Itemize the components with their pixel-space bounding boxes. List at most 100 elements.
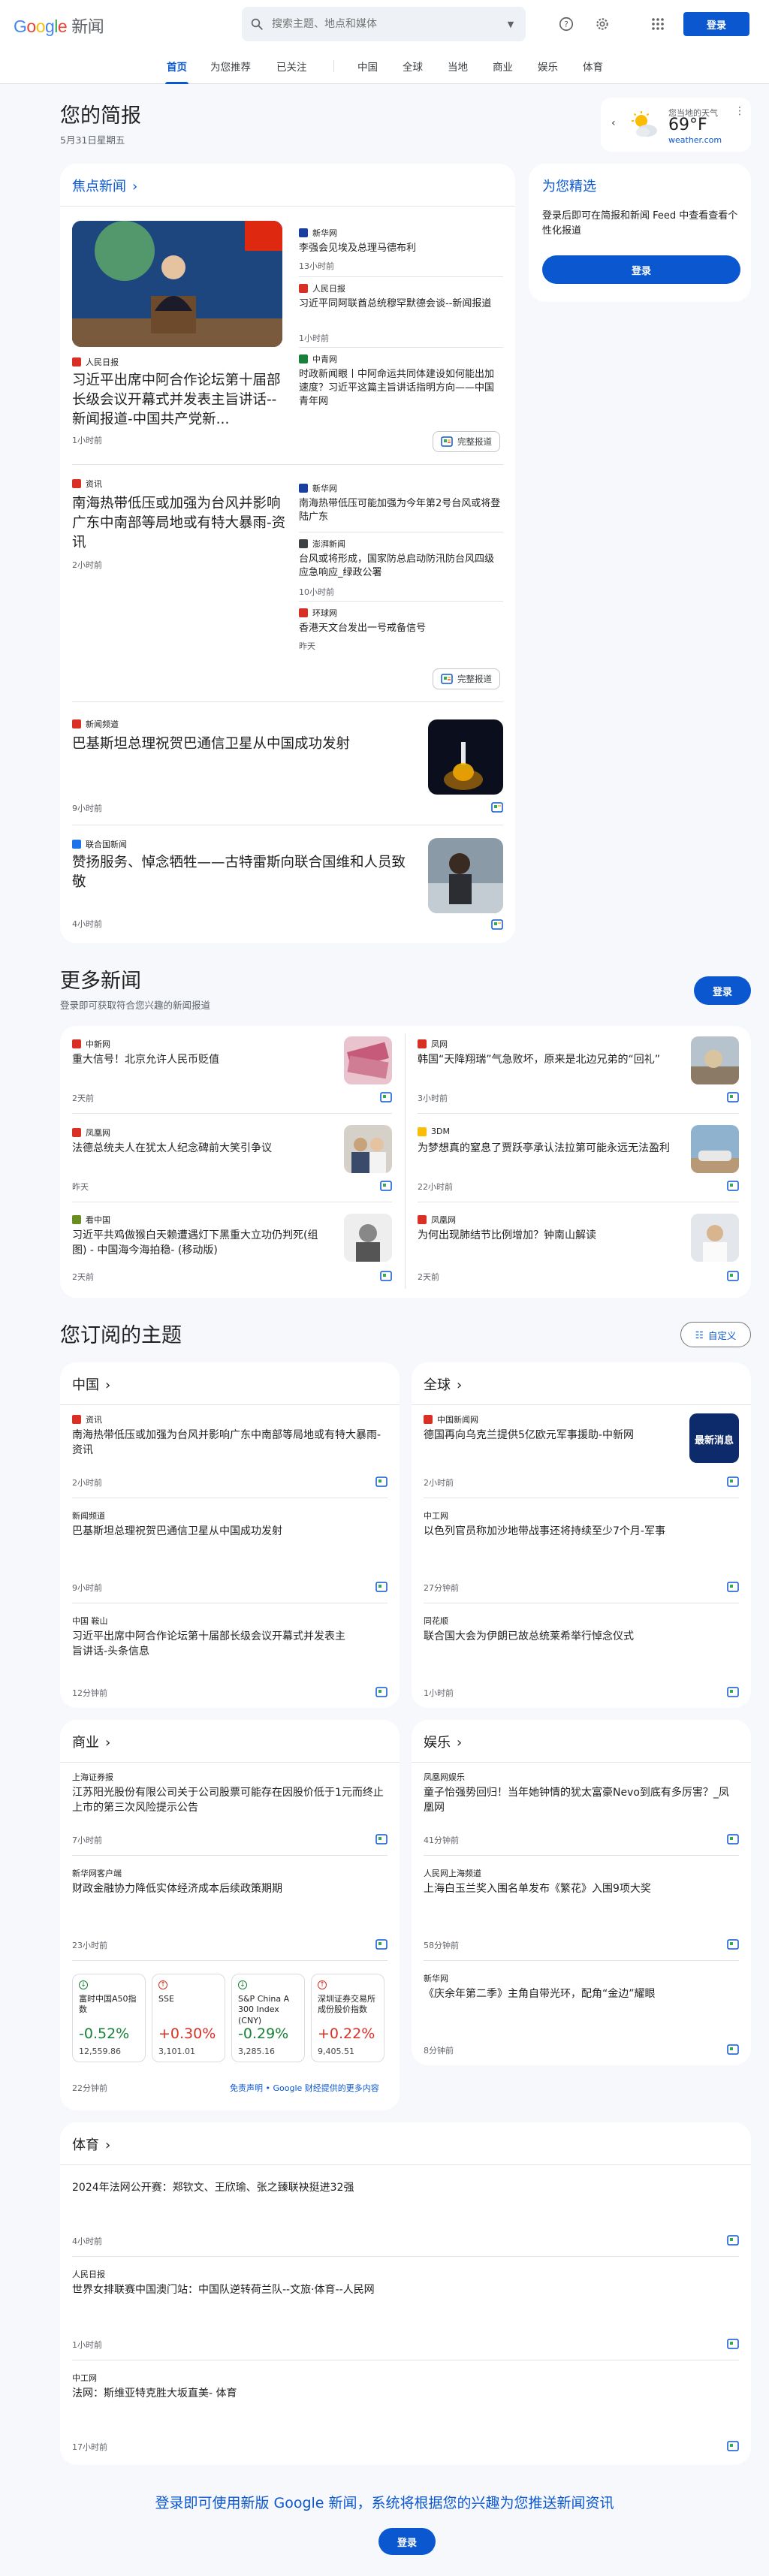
story-image-breaking[interactable]: 最新消息 bbox=[689, 1413, 739, 1463]
search-input[interactable] bbox=[272, 18, 496, 30]
story-title[interactable]: 习近平出席中阿合作论坛第十届部长级会议开幕式并发表主旨讲话-头条信息 bbox=[72, 1630, 350, 1659]
tab-world[interactable]: 全球 bbox=[403, 48, 423, 84]
tab-local[interactable]: 当地 bbox=[448, 48, 468, 84]
tab-business[interactable]: 商业 bbox=[493, 48, 513, 84]
weather-source-link[interactable]: weather.com bbox=[668, 135, 722, 145]
stock-card[interactable]: ↑ 深圳证券交易所成份股价指数 +0.22% 9,405.51 bbox=[311, 1974, 384, 2062]
full-coverage-icon[interactable] bbox=[375, 1834, 388, 1845]
top-stories-heading[interactable]: 焦点新闻 › bbox=[72, 176, 137, 195]
full-coverage-icon[interactable] bbox=[380, 1271, 392, 1281]
weather-prev-icon[interactable]: ‹ bbox=[611, 117, 616, 129]
more-news-sign-in-button[interactable]: 登录 bbox=[694, 976, 751, 1005]
stock-card[interactable]: ↓ 富时中国A50指数 -0.52% 12,559.86 bbox=[72, 1974, 146, 2062]
story-title[interactable]: 南海热带低压可能加强为今年第2号台风或将登陆广东 bbox=[299, 497, 503, 524]
story-title[interactable]: 江苏阳光股份有限公司关于公司股票可能存在因股价低于1元而终止上市的第三次风险提示… bbox=[72, 1786, 388, 1815]
story-title[interactable]: 重大信号！北京允许人民币贬值 bbox=[72, 1053, 327, 1068]
story-image-korea[interactable] bbox=[691, 1036, 739, 1084]
story-title[interactable]: 联合国大会为伊朗已故总统莱希举行悼念仪式 bbox=[424, 1630, 701, 1645]
story-title[interactable]: 习近平共鸡做猴白天赖遭遇灯下黑重大立功仍判死(组图) - 中国海今海拍稳- (移… bbox=[72, 1229, 327, 1258]
story-title[interactable]: 上海白玉兰奖入围名单发布《繁花》入围9项大奖 bbox=[424, 1882, 739, 1897]
full-coverage-icon[interactable] bbox=[727, 1939, 739, 1950]
sign-in-button[interactable]: 登录 bbox=[683, 12, 749, 36]
search-options-chevron-icon[interactable]: ▼ bbox=[496, 20, 526, 29]
story-image-doctor[interactable] bbox=[691, 1214, 739, 1262]
full-coverage-icon[interactable] bbox=[491, 919, 503, 930]
story-title[interactable]: 南海热带低压或加强为台风并影响广东中南部等局地或有特大暴雨-资讯 bbox=[72, 1428, 388, 1458]
finance-disclaimer-link[interactable]: 免责声明 • Google 财经提供的更多内容 bbox=[230, 2082, 379, 2094]
topic-heading[interactable]: 中国 › bbox=[72, 1374, 110, 1394]
story-image-illustration[interactable] bbox=[344, 1214, 392, 1262]
story-title[interactable]: 赞扬服务、悼念牺牲——古特雷斯向联合国维和人员致敬 bbox=[72, 853, 410, 892]
full-coverage-icon[interactable] bbox=[727, 1181, 739, 1191]
full-coverage-icon[interactable] bbox=[727, 2339, 739, 2349]
search-icon[interactable] bbox=[242, 7, 272, 41]
story-title[interactable]: 李强会见埃及总理马德布利 bbox=[299, 242, 503, 255]
story-title[interactable]: 为梦想真的窒息了贾跃亭承认法拉第可能永远无法盈利 bbox=[418, 1142, 673, 1157]
story-image-car[interactable] bbox=[691, 1125, 739, 1173]
full-coverage-icon[interactable] bbox=[727, 1092, 739, 1102]
weather-more-icon[interactable]: ⋮ bbox=[734, 105, 745, 117]
story-image-summit[interactable] bbox=[72, 221, 282, 347]
story-image-memorial[interactable] bbox=[344, 1125, 392, 1173]
full-coverage-icon[interactable] bbox=[375, 1687, 388, 1697]
full-coverage-icon[interactable] bbox=[375, 1582, 388, 1592]
story-title[interactable]: 《庆余年第二季》主角自带光环，配角“金边”耀眼 bbox=[424, 1987, 701, 2002]
story-title[interactable]: 2024年法网公开赛：郑钦文、王欣瑜、张之臻联袂挺进32强 bbox=[72, 2181, 733, 2196]
customize-button[interactable]: ☷ 自定义 bbox=[680, 1322, 751, 1347]
stock-card[interactable]: ↑ SSE +0.30% 3,101.01 bbox=[152, 1974, 225, 2062]
story-title[interactable]: 巴基斯坦总理祝贺巴通信卫星从中国成功发射 bbox=[72, 1525, 388, 1540]
full-coverage-icon[interactable] bbox=[380, 1181, 392, 1191]
topic-heading[interactable]: 全球 › bbox=[424, 1374, 462, 1394]
full-coverage-icon[interactable] bbox=[727, 2235, 739, 2246]
story-title[interactable]: 台风或将形成，国家防总启动防汛防台风四级应急响应_绿政公署 bbox=[299, 553, 503, 580]
story-image-rmb[interactable] bbox=[344, 1036, 392, 1084]
settings-gear-icon[interactable] bbox=[593, 15, 611, 33]
story-image-peacekeeper[interactable] bbox=[428, 838, 503, 913]
full-coverage-icon[interactable] bbox=[375, 1477, 388, 1487]
story-title[interactable]: 香港天文台发出一号戒备信号 bbox=[299, 622, 503, 635]
tab-china[interactable]: 中国 bbox=[357, 48, 378, 84]
footer-sign-in-button[interactable]: 登录 bbox=[378, 2528, 436, 2555]
weather-widget[interactable]: ‹ 您当地的天气 69°F weather.com ⋮ bbox=[601, 98, 751, 152]
story-title[interactable]: 童子怡强势回归！当年她钟情的犹太富豪Nevo到底有多厉害？_凤凰网 bbox=[424, 1786, 739, 1815]
tab-following[interactable]: 已关注 bbox=[276, 48, 307, 84]
story-title[interactable]: 习近平出席中阿合作论坛第十届部长级会议开幕式并发表主旨讲话--新闻报道-中国共产… bbox=[72, 371, 290, 430]
story-title[interactable]: 财政金融协力降低实体经济成本后续政策期期 bbox=[72, 1882, 388, 1897]
story-title[interactable]: 南海热带低压或加强为台风并影响广东中南部等局地或有特大暴雨-资讯 bbox=[72, 494, 290, 553]
topic-heading[interactable]: 娱乐 › bbox=[424, 1732, 462, 1751]
story-title[interactable]: 为何出现肺结节比例增加？钟南山解读 bbox=[418, 1229, 673, 1244]
tab-sports[interactable]: 体育 bbox=[583, 48, 603, 84]
stock-card[interactable]: ↓ S&P China A 300 Index (CNY) -0.29% 3,2… bbox=[231, 1974, 305, 2062]
full-coverage-icon[interactable] bbox=[375, 1939, 388, 1950]
topic-heading[interactable]: 商业 › bbox=[72, 1732, 110, 1751]
story-title[interactable]: 韩国“天降翔瑞”气急败坏，原来是北边兄弟的“回礼” bbox=[418, 1053, 673, 1068]
topic-heading[interactable]: 体育 › bbox=[72, 2134, 110, 2154]
picks-sign-in-button[interactable]: 登录 bbox=[542, 255, 740, 284]
full-coverage-icon[interactable] bbox=[727, 2044, 739, 2055]
story-title[interactable]: 法德总统夫人在犹太人纪念碑前大笑引争议 bbox=[72, 1142, 327, 1157]
tab-entertainment[interactable]: 娱乐 bbox=[538, 48, 558, 84]
apps-grid-icon[interactable] bbox=[649, 15, 667, 33]
story-title[interactable]: 法网：斯维亚特克胜大坂直美- 体育 bbox=[72, 2387, 733, 2402]
help-icon[interactable]: ? bbox=[557, 15, 575, 33]
google-news-logo[interactable]: Google 新闻 bbox=[14, 14, 104, 38]
full-coverage-button[interactable]: 完整报道 bbox=[433, 431, 500, 452]
tab-for-you[interactable]: 为您推荐 bbox=[210, 48, 251, 84]
story-title[interactable]: 习近平同阿联酋总统穆罕默德会谈--新闻报道 bbox=[299, 297, 503, 311]
story-title[interactable]: 时政新闻眼丨中阿命运共同体建设如何能出加速度？习近平这篇主旨讲话指明方向——中国… bbox=[299, 368, 503, 409]
full-coverage-icon[interactable] bbox=[491, 802, 503, 813]
story-title[interactable]: 德国再向乌克兰提供5亿欧元军事援助-中新网 bbox=[424, 1428, 679, 1443]
story-image-rocket[interactable] bbox=[428, 719, 503, 795]
story-title[interactable]: 巴基斯坦总理祝贺巴通信卫星从中国成功发射 bbox=[72, 734, 410, 754]
full-coverage-icon[interactable] bbox=[727, 1477, 739, 1487]
full-coverage-icon[interactable] bbox=[727, 1834, 739, 1845]
tab-home[interactable]: 首页 bbox=[165, 48, 188, 84]
full-coverage-button[interactable]: 完整报道 bbox=[433, 668, 500, 689]
full-coverage-icon[interactable] bbox=[727, 2441, 739, 2451]
full-coverage-icon[interactable] bbox=[380, 1092, 392, 1102]
full-coverage-icon[interactable] bbox=[727, 1582, 739, 1592]
search-box[interactable]: ▼ bbox=[242, 7, 526, 41]
story-title[interactable]: 以色列官员称加沙地带战事还将持续至少7个月-军事 bbox=[424, 1525, 679, 1540]
full-coverage-icon[interactable] bbox=[727, 1271, 739, 1281]
full-coverage-icon[interactable] bbox=[727, 1687, 739, 1697]
